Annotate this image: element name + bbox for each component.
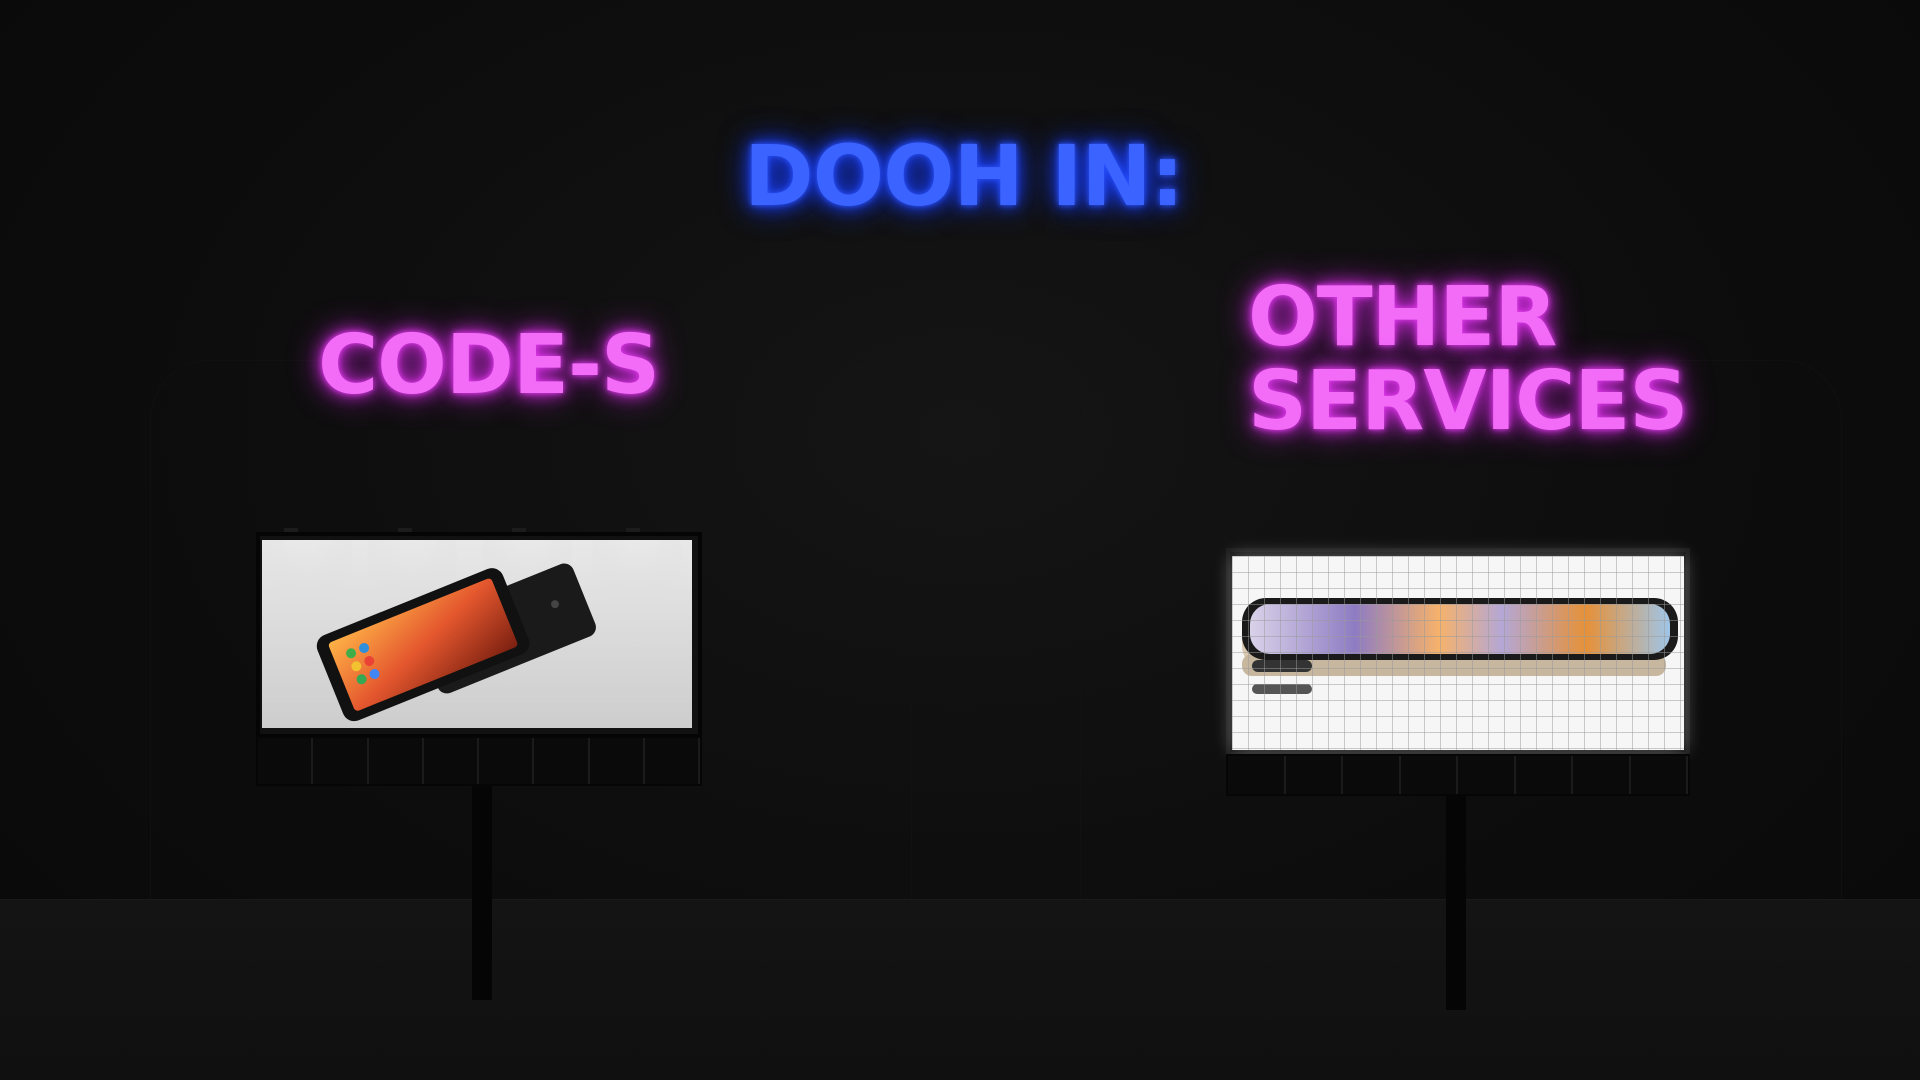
billboard-pole [472, 786, 492, 1000]
billboard-base [1226, 754, 1690, 796]
smartphone-advert-image [262, 540, 682, 722]
right-neon-label: OTHER SERVICES [1248, 270, 1688, 449]
right-neon-label-line1: OTHER [1248, 270, 1557, 365]
billboard-base [256, 736, 702, 786]
left-neon-label: CODE-S [318, 318, 660, 413]
smartphone-advert-image [1232, 556, 1684, 750]
left-billboard-screen [262, 540, 692, 728]
right-billboard-screen [1232, 556, 1684, 750]
right-neon-label-line2: SERVICES [1248, 354, 1688, 449]
scene: DOOH IN: CODE-S OTHER SERVICES [0, 0, 1920, 1080]
heading-neon-sign: DOOH IN: [744, 127, 1184, 225]
floor [0, 899, 1920, 1080]
billboard-pole [1446, 796, 1466, 1010]
